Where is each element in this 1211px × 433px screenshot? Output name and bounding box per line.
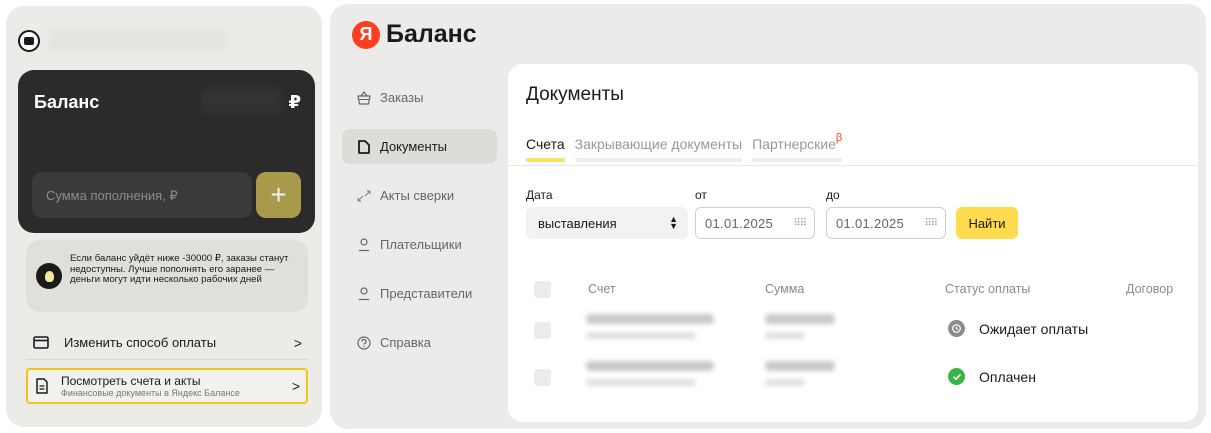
- blurred-amount-sub: [765, 332, 805, 339]
- tabs-divider: [508, 165, 1198, 166]
- person-icon: [356, 237, 372, 252]
- view-documents-title: Посмотреть счета и акты: [61, 373, 201, 388]
- documents-panel: Документы Счета Закрывающие документы Па…: [508, 64, 1198, 422]
- date-to-field[interactable]: 01.01.2025 ⠿⠿: [826, 207, 946, 239]
- header-invoice: Счет: [588, 282, 616, 296]
- from-label: от: [695, 188, 707, 202]
- balance-card: Баланс ₽ +: [18, 70, 315, 233]
- logo-text: Баланс: [386, 20, 477, 48]
- document-icon: [356, 139, 372, 154]
- avatar[interactable]: [18, 30, 40, 52]
- tab-indicator: [752, 158, 843, 162]
- help-icon: [356, 335, 372, 350]
- date-type-select[interactable]: выставления ▲ ▼: [526, 207, 688, 239]
- arrows-icon: [356, 189, 372, 202]
- notice-text: Если баланс уйдёт ниже -30000 ₽, заказы …: [70, 253, 289, 286]
- view-documents-subtitle: Финансовые документы в Яндекс Балансе: [61, 387, 240, 398]
- change-payment-method-item[interactable]: Изменить способ оплаты >: [26, 326, 308, 360]
- sidebar-item-help[interactable]: Справка: [342, 325, 497, 360]
- tab-label: Партнерские: [752, 136, 836, 152]
- balance-title: Баланс: [34, 92, 100, 112]
- tab-label: Закрывающие документы: [574, 136, 743, 152]
- tab-closing-documents[interactable]: Закрывающие документы: [574, 136, 743, 162]
- card-icon: [32, 334, 50, 352]
- sidebar-item-label: Акты сверки: [380, 188, 455, 203]
- basket-icon: [356, 90, 372, 105]
- chevron-right-icon: >: [293, 334, 302, 351]
- calendar-icon: ⠿⠿: [924, 217, 938, 229]
- select-all-checkbox[interactable]: [534, 281, 551, 298]
- sidebar-item-label: Представители: [380, 286, 473, 301]
- person-icon: [356, 286, 372, 301]
- blurred-amount: [765, 361, 835, 371]
- balance-widget-panel: Баланс ₽ + Если баланс уйдёт ниже -30000…: [6, 6, 322, 427]
- file-icon: [33, 377, 51, 395]
- status-paid: Оплачен: [948, 368, 1036, 385]
- page-title: Документы: [526, 84, 624, 105]
- chevron-right-icon: >: [291, 378, 300, 394]
- tab-invoices[interactable]: Счета: [526, 136, 565, 162]
- header-contract: Договор: [1126, 282, 1174, 296]
- find-button[interactable]: Найти: [956, 207, 1018, 239]
- status-text: Ожидает оплаты: [979, 320, 1089, 337]
- blurred-amount: [765, 314, 835, 324]
- header-payment-status: Статус оплаты: [945, 282, 1031, 296]
- date-to-value: 01.01.2025: [836, 215, 905, 231]
- date-from-field[interactable]: 01.01.2025 ⠿⠿: [695, 207, 815, 239]
- avatar-icon: [24, 37, 34, 45]
- balance-notice: Если баланс уйдёт ниже -30000 ₽, заказы …: [26, 240, 308, 312]
- view-documents-texts: Посмотреть счета и акты Финансовые докум…: [61, 373, 240, 398]
- date-from-value: 01.01.2025: [705, 215, 774, 231]
- sidebar-nav: Заказы Документы Акты сверки Плательщики…: [342, 80, 497, 374]
- beta-badge: β: [835, 132, 843, 144]
- sidebar-item-label: Документы: [380, 139, 448, 154]
- change-payment-label: Изменить способ оплаты: [64, 335, 217, 350]
- blurred-account-name: [48, 30, 228, 52]
- status-awaiting-payment: Ожидает оплаты: [948, 320, 1088, 337]
- header-amount: Сумма: [765, 282, 805, 296]
- row-checkbox[interactable]: [534, 322, 551, 339]
- blurred-invoice-number: [586, 361, 714, 371]
- sidebar-item-orders[interactable]: Заказы: [342, 80, 497, 115]
- yandex-logo-icon: Я: [352, 20, 380, 49]
- account-row[interactable]: [18, 28, 228, 54]
- clock-icon: [948, 320, 965, 337]
- tab-label: Счета: [526, 136, 565, 152]
- sidebar-item-label: Заказы: [380, 90, 424, 105]
- view-documents-item[interactable]: Посмотреть счета и акты Финансовые докум…: [26, 368, 308, 404]
- sort-arrows-icon: ▲ ▼: [669, 214, 678, 231]
- blurred-amount-sub: [765, 379, 805, 386]
- ruble-icon: ₽: [288, 92, 301, 112]
- to-label: до: [826, 188, 840, 202]
- date-label: Дата: [526, 188, 553, 202]
- tab-partner[interactable]: Партнерскиеβ: [752, 132, 843, 162]
- sidebar-item-payers[interactable]: Плательщики: [342, 227, 497, 262]
- calendar-icon: ⠿⠿: [793, 217, 807, 229]
- date-type-value: выставления: [538, 215, 617, 231]
- tab-indicator: [574, 158, 743, 162]
- sidebar-item-label: Плательщики: [380, 237, 462, 252]
- top-up-button[interactable]: +: [256, 172, 301, 218]
- blurred-balance-amount: [202, 88, 282, 114]
- tab-indicator: [526, 158, 565, 162]
- amount-input[interactable]: [32, 172, 252, 218]
- blurred-invoice-date: [586, 332, 696, 339]
- check-icon: [948, 368, 965, 385]
- document-tabs: Счета Закрывающие документы Партнерскиеβ: [526, 132, 852, 162]
- logo[interactable]: Я Баланс: [352, 20, 477, 49]
- sidebar-item-reconciliation[interactable]: Акты сверки: [342, 178, 497, 213]
- blurred-invoice-number: [586, 314, 714, 324]
- status-text: Оплачен: [979, 368, 1036, 385]
- sidebar-item-representatives[interactable]: Представители: [342, 276, 497, 311]
- sidebar-item-documents[interactable]: Документы: [342, 129, 497, 164]
- blurred-invoice-date: [586, 379, 696, 386]
- sidebar-item-label: Справка: [380, 335, 431, 350]
- balance-app-window: Я Баланс Заказы Документы Акты сверки Пл…: [330, 4, 1206, 429]
- lightbulb-icon: [36, 263, 62, 289]
- row-checkbox[interactable]: [534, 369, 551, 386]
